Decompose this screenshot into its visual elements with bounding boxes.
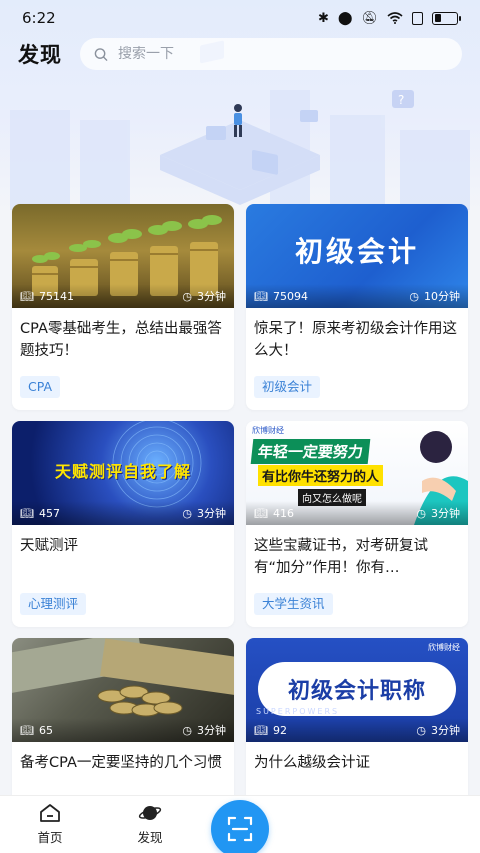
banner-line-1: 年轻一定要努力: [250, 439, 371, 464]
home-icon: [40, 803, 60, 822]
scan-button[interactable]: [211, 800, 269, 853]
view-count: 75094: [272, 289, 308, 303]
article-title: CPA零基础考生，总结出最强答题技巧！: [20, 321, 222, 359]
article-tag[interactable]: 心理测评: [20, 593, 87, 615]
book-icon: 📖︎: [254, 289, 268, 303]
article-thumbnail: 天赋测评自我了解 📖︎ 457 ◷ 3分钟: [12, 421, 234, 525]
brand-logo: 欣博财经: [428, 643, 460, 652]
location-icon: ⬤: [337, 10, 353, 26]
article-card[interactable]: 初级会计 📖︎ 75094 ◷ 10分钟 惊呆了！原来考初级会计作用这么大！ 初…: [246, 204, 468, 410]
nav-home[interactable]: 首页: [0, 795, 100, 853]
page-title: 发现: [18, 43, 62, 67]
thumbnail-meta: 📖︎ 457 ◷ 3分钟: [12, 501, 234, 525]
thumbnail-meta: 📖︎ 416 ◷ 3分钟: [246, 501, 468, 525]
mute-icon: 🔕︎: [361, 10, 378, 26]
article-card[interactable]: 📖︎ 75141 ◷ 3分钟 CPA零基础考生，总结出最强答题技巧！ CPA: [12, 204, 234, 410]
view-count: 457: [38, 506, 60, 520]
clock-icon: ◷: [416, 506, 426, 520]
article-title: 备考CPA一定要坚持的几个习惯: [20, 755, 222, 771]
article-thumbnail: 欣博财经 年轻一定要努力 有比你牛还努力的人 向又怎么做呢 📖︎ 416 ◷ 3…: [246, 421, 468, 525]
book-icon: 📖︎: [20, 723, 34, 737]
read-duration: 10分钟: [424, 290, 460, 303]
view-count: 92: [272, 723, 287, 737]
book-icon: 📖︎: [254, 723, 268, 737]
sim-icon: [412, 11, 423, 25]
search-input[interactable]: [117, 46, 448, 62]
view-count: 75141: [38, 289, 74, 303]
article-title: 天赋测评: [20, 538, 78, 554]
scan-icon: [227, 816, 253, 842]
read-duration: 3分钟: [431, 507, 460, 520]
thumbnail-banner-text: 初级会计: [294, 235, 419, 268]
article-title: 惊呆了！原来考初级会计作用这么大！: [254, 321, 457, 359]
clock-icon: ◷: [182, 723, 192, 737]
nav-home-label: 首页: [37, 829, 63, 845]
article-tag[interactable]: 大学生资讯: [254, 593, 333, 615]
article-card[interactable]: 欣博财经 年轻一定要努力 有比你牛还努力的人 向又怎么做呢 📖︎ 416 ◷ 3…: [246, 421, 468, 627]
article-title: 为什么越级会计证: [254, 755, 370, 771]
status-icons: ✱ ⬤ 🔕︎: [318, 10, 461, 26]
clock-icon: ◷: [416, 723, 426, 737]
clock-icon: ◷: [409, 289, 419, 303]
article-tag[interactable]: 初级会计: [254, 376, 321, 398]
search-box[interactable]: [80, 38, 462, 70]
banner-line-2: 有比你牛还努力的人: [258, 465, 384, 486]
article-tag[interactable]: CPA: [20, 376, 61, 398]
book-icon: 📖︎: [254, 506, 268, 520]
thumbnail-meta: 📖︎ 92 ◷ 3分钟: [246, 718, 468, 742]
search-icon: [94, 47, 108, 61]
article-thumbnail: 欣博财经 初级会计职称 SUPERPOWERS 📖︎ 92 ◷ 3分钟: [246, 638, 468, 742]
view-count: 416: [272, 506, 294, 520]
nav-discover-label: 发现: [137, 829, 163, 845]
article-card[interactable]: 天赋测评自我了解 📖︎ 457 ◷ 3分钟 天赋测评 心理测评: [12, 421, 234, 627]
read-duration: 3分钟: [197, 724, 226, 737]
wifi-icon: [387, 12, 403, 24]
clock-icon: ◷: [182, 289, 192, 303]
planet-icon: [138, 805, 162, 820]
clock-icon: ◷: [182, 506, 192, 520]
article-thumbnail: 初级会计 📖︎ 75094 ◷ 10分钟: [246, 204, 468, 308]
svg-text:?: ?: [398, 93, 404, 107]
thumbnail-banner-text: 天赋测评自我了解: [54, 462, 191, 481]
thumbnail-meta: 📖︎ 65 ◷ 3分钟: [12, 718, 234, 742]
watermark-text: SUPERPOWERS: [256, 707, 340, 716]
read-duration: 3分钟: [197, 290, 226, 303]
book-icon: 📖︎: [20, 506, 34, 520]
read-duration: 3分钟: [431, 724, 460, 737]
battery-icon: [432, 11, 461, 25]
article-title: 这些宝藏证书，对考研复试有“加分”作用！你有…: [254, 538, 428, 576]
thumbnail-meta: 📖︎ 75094 ◷ 10分钟: [246, 284, 468, 308]
status-time: 6:22: [22, 9, 56, 27]
view-count: 65: [38, 723, 53, 737]
article-thumbnail: 📖︎ 75141 ◷ 3分钟: [12, 204, 234, 308]
read-duration: 3分钟: [197, 507, 226, 520]
book-icon: 📖︎: [20, 289, 34, 303]
header: 发现: [0, 36, 480, 72]
nav-discover[interactable]: 发现: [100, 795, 200, 853]
bluetooth-icon: ✱: [318, 10, 329, 26]
thumbnail-meta: 📖︎ 75141 ◷ 3分钟: [12, 284, 234, 308]
article-thumbnail: 📖︎ 65 ◷ 3分钟: [12, 638, 234, 742]
status-bar: 6:22 ✱ ⬤ 🔕︎: [0, 0, 480, 36]
